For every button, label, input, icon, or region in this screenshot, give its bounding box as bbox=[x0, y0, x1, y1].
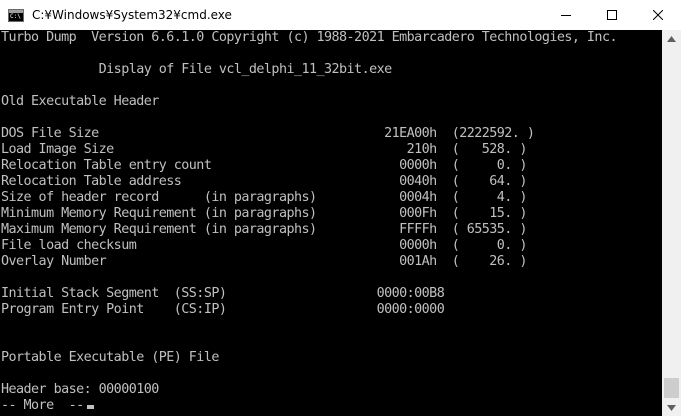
maximize-icon bbox=[607, 10, 617, 20]
console-line-stack-segment: Initial Stack Segment (SS:SP) 0000:00B8 bbox=[1, 286, 445, 301]
vertical-scrollbar[interactable] bbox=[662, 30, 681, 416]
console-line-header-size: Size of header record (in paragraphs) 00… bbox=[1, 190, 527, 205]
console-line-display-of-file: Display of File vcl_delphi_11_32bit.exe bbox=[1, 62, 393, 77]
close-button[interactable] bbox=[635, 0, 681, 30]
console-line-load-image-size: Load Image Size 210h ( 528. ) bbox=[1, 142, 527, 157]
console-line-reloc-address: Relocation Table address 0040h ( 64. ) bbox=[1, 174, 527, 189]
minimize-icon bbox=[561, 15, 571, 16]
text-cursor bbox=[86, 405, 94, 409]
more-prompt-text: -- More -- bbox=[1, 398, 84, 413]
console-line-reloc-count: Relocation Table entry count 0000h ( 0. … bbox=[1, 158, 527, 173]
console-line-dos-file-size: DOS File Size 21EA00h (2222592. ) bbox=[1, 126, 535, 141]
cmd-icon-label: C:\ bbox=[10, 12, 21, 20]
console-line-pe-file: Portable Executable (PE) File bbox=[1, 350, 219, 365]
scroll-thumb[interactable] bbox=[664, 378, 679, 398]
console-line-more-prompt: -- More -- bbox=[1, 398, 94, 414]
console-line-checksum: File load checksum 0000h ( 0. ) bbox=[1, 238, 527, 253]
window-title: C:¥Windows¥System32¥cmd.exe bbox=[32, 8, 232, 22]
scroll-up-arrow-icon bbox=[667, 35, 676, 42]
close-icon bbox=[653, 10, 663, 20]
scroll-down-button[interactable] bbox=[662, 399, 681, 416]
title-bar[interactable]: C:\ C:¥Windows¥System32¥cmd.exe bbox=[0, 0, 681, 30]
console-line-copyright: Turbo Dump Version 6.6.1.0 Copyright (c)… bbox=[1, 30, 618, 45]
console-output[interactable]: Turbo Dump Version 6.6.1.0 Copyright (c)… bbox=[0, 30, 662, 416]
console-line-old-exe-header: Old Executable Header bbox=[1, 94, 159, 109]
window-controls bbox=[543, 0, 681, 30]
console-line-max-memory: Maximum Memory Requirement (in paragraph… bbox=[1, 222, 527, 237]
maximize-button[interactable] bbox=[589, 0, 635, 30]
minimize-button[interactable] bbox=[543, 0, 589, 30]
console-line-overlay-number: Overlay Number 001Ah ( 26. ) bbox=[1, 254, 527, 269]
scroll-up-button[interactable] bbox=[662, 30, 681, 47]
console-line-entry-point: Program Entry Point (CS:IP) 0000:0000 bbox=[1, 302, 445, 317]
console-line-min-memory: Minimum Memory Requirement (in paragraph… bbox=[1, 206, 527, 221]
cmd-window: C:\ C:¥Windows¥System32¥cmd.exe Turbo Du… bbox=[0, 0, 681, 416]
console-line-header-base: Header base: 00000100 bbox=[1, 382, 159, 397]
scroll-down-arrow-icon bbox=[667, 404, 676, 411]
cmd-console-icon[interactable]: C:\ bbox=[8, 8, 24, 22]
